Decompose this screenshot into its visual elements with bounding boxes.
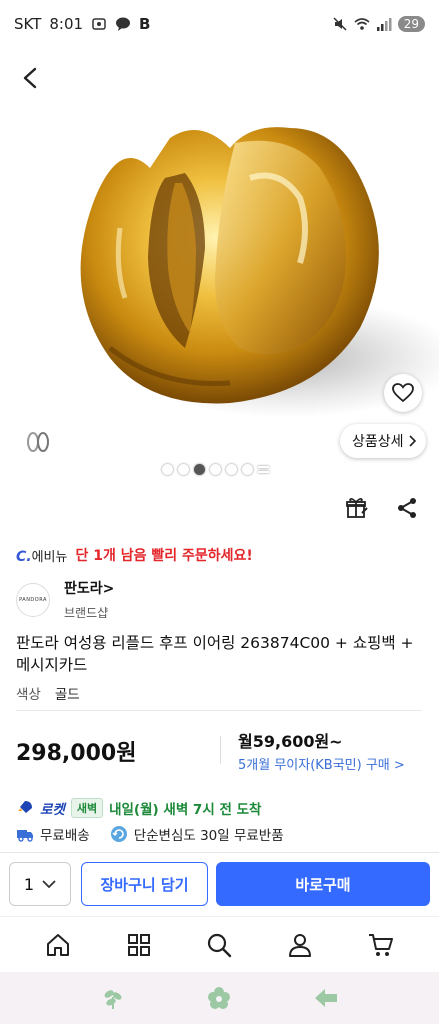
flower-icon [208,987,231,1009]
wifi-icon [354,18,370,30]
purchase-bar: 1 장바구니 담기 바로구매 [0,852,439,916]
truck-icon [16,825,34,843]
seller-type: 브랜드샵 [64,606,109,620]
talk-icon [116,17,131,31]
pagination-dot-active [194,464,205,475]
free-shipping-label: 무료배송 [40,828,90,844]
app-letter: B [139,15,151,33]
back-nav-icon [314,989,337,1007]
stock-alert-message: 단 1개 남음 빨리 주문하세요! [75,548,253,564]
share-icon [398,498,416,518]
divider [16,710,422,711]
delivery-eta: 내일(월) 새벽 7시 전 도착 [109,802,262,818]
image-pagination [162,464,269,475]
seller-name[interactable]: 판도라> [64,578,114,598]
product-actions [345,496,419,520]
tab-home[interactable] [45,932,71,958]
rocket-logo: 로켓 [40,802,65,818]
product-detail-label: 상품상세 [352,434,404,450]
product-title: 판도라 여성용 리플드 후프 이어링 263874C00 + 쇼핑백 + 메시지… [16,634,414,674]
pagination-more-icon [258,464,269,475]
user-icon [289,933,312,957]
signal-icon [376,18,392,31]
product-option: 색상 골드 [16,683,80,703]
option-value: 골드 [54,687,80,703]
add-to-cart-button[interactable]: 장바구니 담기 [81,862,208,906]
system-navigation [0,972,439,1024]
product-detail-button[interactable]: 상품상세 [340,424,426,458]
buy-now-button[interactable]: 바로구매 [216,862,430,906]
free-return-label: 단순변심도 30일 무료반품 [133,828,284,844]
share-button[interactable] [395,496,419,520]
mute-icon [333,17,347,31]
pagination-dot [210,464,221,475]
seller-info[interactable]: PANDORA 판도라> 브랜드샵 [16,578,114,621]
home-icon [47,933,70,956]
gift-button[interactable] [345,496,369,520]
product-image[interactable] [0,48,439,484]
back-nav-button[interactable] [313,985,339,1011]
gift-icon [346,498,368,518]
home-nav-button[interactable] [206,985,232,1011]
seller-logo: PANDORA [16,582,50,617]
pagination-dot [226,464,237,475]
bottom-tab-bar [0,916,439,972]
battery-indicator: 29 [397,16,425,32]
gold-hoop-earring-image [80,127,439,418]
installment-link[interactable]: 5개월 무이자(KB국민) 구매 > [238,754,405,773]
heart-icon [392,383,414,403]
category-icon [127,933,150,956]
return-icon [110,825,128,843]
pagination-dot [178,464,189,475]
back-button[interactable] [16,62,44,94]
pagination-dot [162,464,173,475]
chevron-down-icon [42,879,56,888]
cart-icon [368,933,393,956]
status-bar: SKT 8:01 B 29 [0,0,439,48]
dawn-badge: 새벽 [70,798,104,818]
price-divider [220,736,221,764]
stock-alert: C.에비뉴 단 1개 남음 빨리 주문하세요! [16,545,253,565]
option-label: 색상 [16,687,41,703]
rocket-icon [18,801,32,814]
screen-record-icon [92,18,106,30]
product-price: 298,000원 [16,741,137,766]
tab-cart[interactable] [368,932,394,958]
wishlist-button[interactable] [384,374,422,412]
clock: 8:01 [49,15,84,33]
search-icon [208,933,232,957]
carrier-label: SKT [14,15,42,33]
chevron-right-icon [408,435,416,447]
tab-my[interactable] [287,932,313,958]
quantity-select[interactable]: 1 [9,862,71,906]
earring-thumb-icon [27,432,49,452]
tab-search[interactable] [206,932,232,958]
tab-category[interactable] [126,932,152,958]
back-arrow-icon [23,67,37,89]
monthly-price: 월59,600원~ [238,732,343,751]
avenue-logo: C.에비뉴 [16,548,68,565]
thumbnail-toggle[interactable] [18,425,58,459]
rocket-delivery: 로켓 새벽 내일(월) 새벽 7시 전 도착 [16,798,261,818]
pagination-dot [242,464,253,475]
quantity-value: 1 [23,874,35,894]
recent-apps-button[interactable] [100,985,126,1011]
delivery-perks: 무료배송 단순변심도 30일 무료반품 [16,824,284,844]
leaf-icon [104,990,122,1009]
